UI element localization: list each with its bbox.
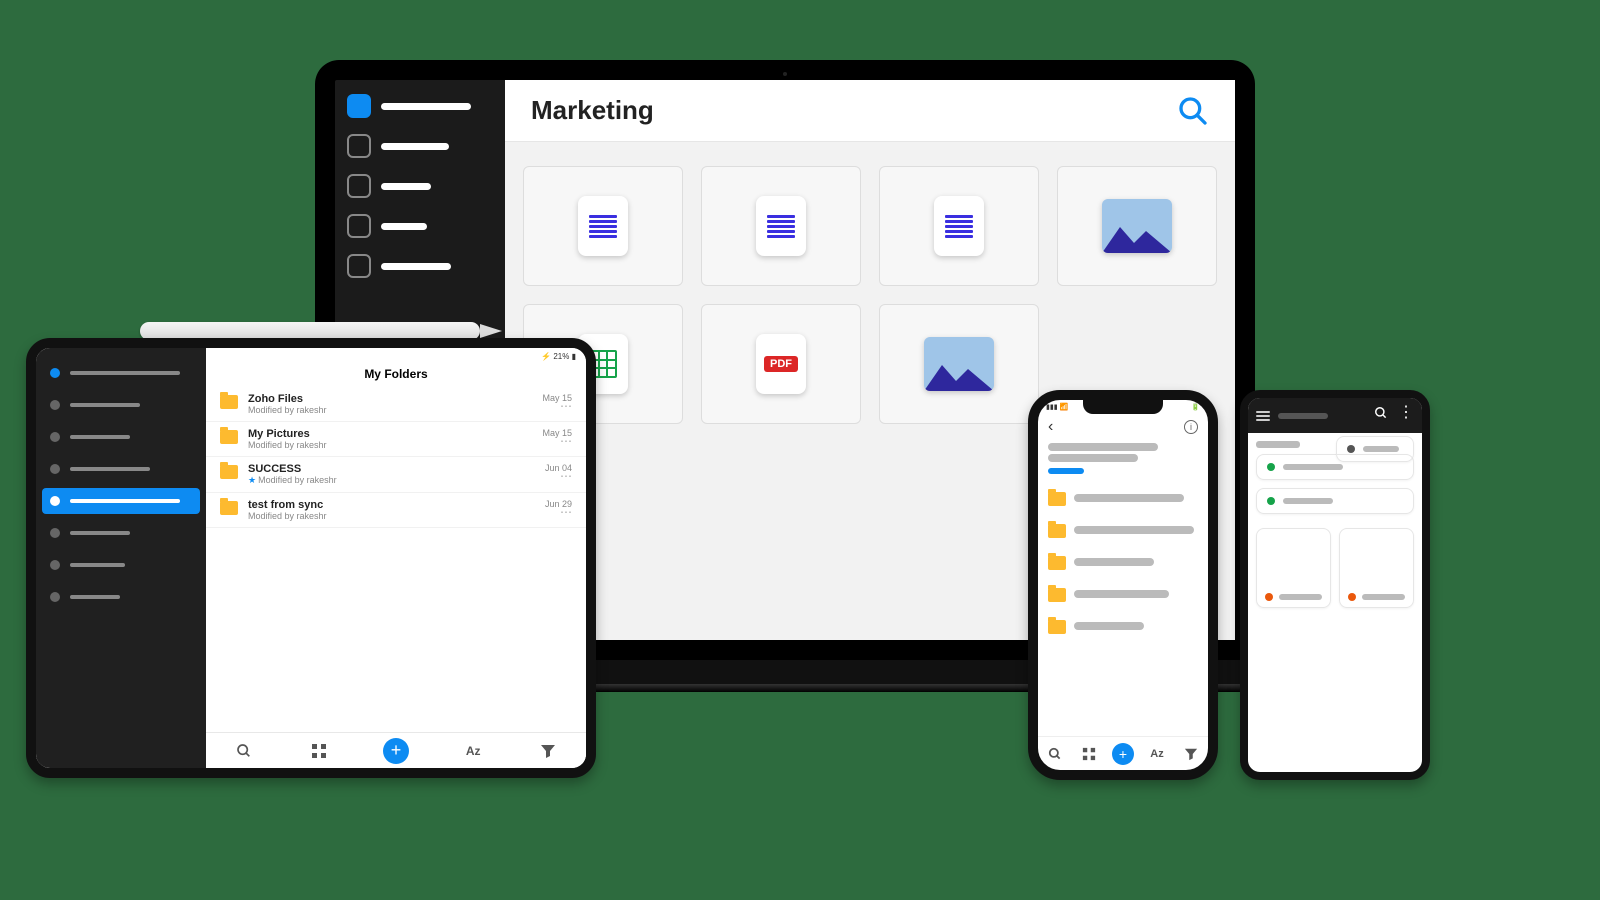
pdf-icon: PDF bbox=[756, 334, 806, 394]
file-card[interactable]: PDF bbox=[701, 304, 861, 424]
file-card[interactable] bbox=[1057, 166, 1217, 286]
tab-nav-3[interactable] bbox=[42, 424, 200, 450]
tablet-sidebar bbox=[36, 348, 206, 768]
folder-icon bbox=[220, 465, 238, 479]
tab-nav-1[interactable] bbox=[42, 360, 200, 386]
document-icon bbox=[578, 196, 628, 256]
phone-ios: ▮▮▮ 📶🔋 ‹ i + Az bbox=[1028, 390, 1218, 780]
tablet-device: ⚡ 21% ▮ My Folders Zoho FilesModified by… bbox=[26, 338, 596, 778]
tab-nav-selected[interactable] bbox=[42, 488, 200, 514]
sidebar-item-5[interactable] bbox=[347, 254, 493, 278]
list-item[interactable] bbox=[1256, 488, 1414, 514]
grid-view-icon[interactable] bbox=[1078, 743, 1100, 765]
tablet-main: ⚡ 21% ▮ My Folders Zoho FilesModified by… bbox=[206, 348, 586, 768]
phone-toolbar: + Az bbox=[1038, 736, 1208, 770]
grid-item[interactable] bbox=[1256, 528, 1331, 608]
filter-icon[interactable] bbox=[1180, 743, 1202, 765]
search-icon[interactable] bbox=[1177, 95, 1209, 127]
folder-row[interactable]: test from syncModified by rakeshrJun 29⋯ bbox=[206, 493, 586, 528]
image-icon bbox=[924, 337, 994, 391]
filter-icon[interactable] bbox=[537, 740, 559, 762]
folder-icon bbox=[220, 395, 238, 409]
file-card[interactable] bbox=[879, 166, 1039, 286]
more-icon[interactable]: ⋮ bbox=[1398, 406, 1414, 425]
tablet-heading: My Folders bbox=[206, 361, 586, 387]
list-item[interactable] bbox=[1038, 482, 1208, 514]
folder-icon bbox=[220, 430, 238, 444]
tab-nav-7[interactable] bbox=[42, 552, 200, 578]
document-icon bbox=[934, 196, 984, 256]
back-icon[interactable]: ‹ bbox=[1048, 418, 1053, 436]
search-icon[interactable] bbox=[1044, 743, 1066, 765]
file-card[interactable] bbox=[879, 304, 1039, 424]
sidebar-item-4[interactable] bbox=[347, 214, 493, 238]
section-label bbox=[1256, 441, 1300, 448]
menu-icon[interactable] bbox=[1256, 409, 1270, 423]
folder-row[interactable]: SUCCESS★Modified by rakeshrJun 04⋯ bbox=[206, 457, 586, 493]
sort-icon[interactable]: Az bbox=[462, 740, 484, 762]
sidebar-item-3[interactable] bbox=[347, 174, 493, 198]
status-bar: ⚡ 21% ▮ bbox=[206, 348, 586, 361]
folder-row[interactable]: Zoho FilesModified by rakeshrMay 15⋯ bbox=[206, 387, 586, 422]
list-item[interactable] bbox=[1336, 436, 1414, 462]
document-icon bbox=[756, 196, 806, 256]
info-icon[interactable]: i bbox=[1184, 420, 1198, 434]
sidebar-item-2[interactable] bbox=[347, 134, 493, 158]
tab-nav-6[interactable] bbox=[42, 520, 200, 546]
list-item[interactable] bbox=[1038, 546, 1208, 578]
phone-title-area bbox=[1038, 443, 1208, 482]
add-button[interactable]: + bbox=[383, 738, 409, 764]
sort-icon[interactable]: Az bbox=[1146, 743, 1168, 765]
grid-item[interactable] bbox=[1339, 528, 1414, 608]
folder-icon bbox=[220, 501, 238, 515]
list-item[interactable] bbox=[1038, 514, 1208, 546]
android-header: ⋮ bbox=[1248, 398, 1422, 433]
search-icon[interactable] bbox=[1374, 406, 1388, 425]
file-card[interactable] bbox=[701, 166, 861, 286]
tablet-toolbar: + Az bbox=[206, 732, 586, 768]
grid-view-icon[interactable] bbox=[308, 740, 330, 762]
list-item[interactable] bbox=[1038, 578, 1208, 610]
tab-nav-2[interactable] bbox=[42, 392, 200, 418]
phone-android: ⋮ bbox=[1240, 390, 1430, 780]
tab-nav-4[interactable] bbox=[42, 456, 200, 482]
file-card[interactable] bbox=[523, 166, 683, 286]
add-button[interactable]: + bbox=[1112, 743, 1134, 765]
tab-nav-8[interactable] bbox=[42, 584, 200, 610]
list-item[interactable] bbox=[1038, 610, 1208, 642]
image-icon bbox=[1102, 199, 1172, 253]
folder-row[interactable]: My PicturesModified by rakeshrMay 15⋯ bbox=[206, 422, 586, 457]
sidebar-item-selected[interactable] bbox=[347, 94, 493, 118]
search-icon[interactable] bbox=[233, 740, 255, 762]
page-title: Marketing bbox=[531, 95, 654, 126]
